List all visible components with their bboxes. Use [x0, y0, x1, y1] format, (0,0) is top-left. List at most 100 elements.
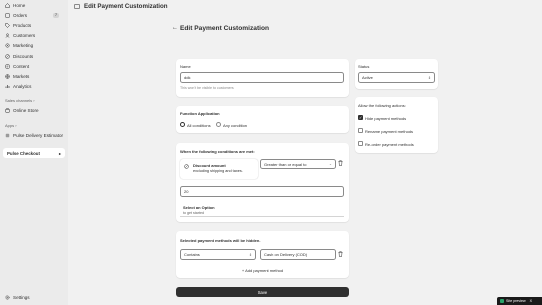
conditions-card: When the following conditions are met: D…: [176, 143, 349, 222]
discount-icon: [5, 53, 10, 59]
select-chevron-icon: ⇕: [248, 252, 252, 257]
sidebar: Home Orders 7 Products Customers Marketi…: [0, 0, 68, 305]
condition-amount-input[interactable]: 20: [180, 186, 344, 197]
page-title: Edit Payment Customization: [180, 25, 270, 32]
nav-label: Orders: [13, 12, 28, 18]
chevron-down-icon: ⌄: [328, 162, 332, 166]
sales-channels-heading[interactable]: Sales channels ›: [5, 98, 35, 103]
nav-discounts[interactable]: Discounts: [5, 52, 65, 60]
nav-label: Content: [13, 63, 30, 69]
condition-name: Discount amount: [193, 163, 226, 168]
nav-content[interactable]: Content: [5, 62, 65, 70]
preview-icon: [500, 299, 504, 303]
nav-settings[interactable]: Settings: [5, 293, 65, 301]
sidebar-toggle-icon[interactable]: [74, 4, 80, 9]
pin-icon[interactable]: ▸: [59, 151, 61, 156]
nav-analytics[interactable]: Analytics: [5, 82, 65, 90]
payment-methods-title: Selected payment methods will be hidden.: [180, 238, 261, 243]
nav-label: Customers: [13, 32, 36, 38]
orders-count-badge: 7: [53, 12, 59, 18]
back-arrow-icon[interactable]: ←: [172, 25, 178, 31]
topbar-title: Edit Payment Customization: [84, 3, 168, 10]
match-select[interactable]: Contains ⇕: [180, 249, 256, 260]
nav-label: Online Store: [13, 107, 39, 113]
checkbox-hide-payment-label: Hide payment methods: [365, 115, 407, 121]
status-label: Status: [358, 64, 370, 69]
nav-home[interactable]: Home: [5, 1, 65, 9]
name-card: Name ddk This won't be visible to custom…: [176, 59, 349, 97]
name-input-value: ddk: [184, 75, 191, 80]
nav-label: Markets: [13, 73, 30, 79]
nav-app-pulse-checkout[interactable]: Pulse Checkout ▸: [3, 148, 65, 158]
operator-select[interactable]: Greater than or equal to ⌄: [260, 159, 336, 169]
status-select-value: Active: [362, 75, 373, 80]
function-application-card: Function Application All conditions Any …: [176, 106, 349, 133]
checkbox-hide-payment[interactable]: ✓: [358, 115, 363, 120]
payment-method-input[interactable]: Cash on Delivery (COD): [260, 249, 336, 260]
name-help-text: This won't be visible to customers: [180, 86, 234, 90]
nav-markets[interactable]: Markets: [5, 72, 65, 80]
nav-marketing[interactable]: Marketing: [5, 41, 65, 49]
site-preview-label: Site preview: [506, 299, 526, 303]
discount-icon: [184, 164, 189, 169]
nav-app-pulse-delivery[interactable]: Pulse Delivery Estimator: [5, 131, 65, 139]
nav-label: Marketing: [13, 42, 34, 48]
checkbox-reorder-payment-label: Re-order payment methods: [365, 141, 414, 147]
tag-icon: [5, 22, 10, 28]
match-select-value: Contains: [184, 252, 200, 257]
option-picker[interactable]: Select an Option to get started: [180, 203, 344, 217]
radio-all-conditions-label: All conditions: [187, 122, 211, 128]
checkbox-reorder-payment[interactable]: [358, 141, 363, 146]
condition-description: excluding shipping and taxes.: [193, 169, 243, 173]
radio-any-condition[interactable]: [216, 122, 221, 127]
radio-all-conditions[interactable]: [180, 122, 185, 127]
orders-icon: [5, 13, 10, 18]
home-icon: [5, 2, 10, 8]
checkbox-rename-payment[interactable]: [358, 128, 363, 133]
select-chevron-icon: ⇕: [427, 75, 431, 80]
app-icon: [5, 133, 10, 138]
payment-methods-card: Selected payment methods will be hidden.…: [176, 231, 349, 278]
nav-customers[interactable]: Customers: [5, 31, 65, 39]
option-picker-subtitle: to get started: [183, 210, 204, 215]
nav-label: Home: [13, 2, 26, 8]
payment-method-value: Cash on Delivery (COD): [264, 252, 308, 257]
nav-label: Products: [13, 22, 32, 28]
actions-card: Allow the following actions: ✓ Hide paym…: [355, 97, 438, 153]
name-input[interactable]: ddk: [180, 72, 344, 83]
save-button[interactable]: Save: [176, 287, 349, 297]
trash-icon[interactable]: [338, 251, 343, 257]
nav-online-store[interactable]: Online Store: [5, 106, 65, 114]
option-picker-title: Select an Option: [183, 205, 215, 210]
function-application-title: Function Application: [180, 111, 220, 116]
operator-select-value: Greater than or equal to: [264, 161, 307, 167]
content-icon: [5, 64, 10, 69]
gear-icon: [5, 294, 10, 300]
nav-label: Pulse Delivery Estimator: [13, 132, 64, 138]
store-icon: [5, 108, 10, 113]
status-card: Status Active ⇕: [355, 59, 438, 89]
nav-products[interactable]: Products: [5, 21, 65, 29]
target-icon: [5, 43, 10, 48]
chart-icon: [5, 84, 10, 89]
checkbox-rename-payment-label: Rename payment methods: [365, 128, 414, 134]
close-icon[interactable]: X: [530, 299, 532, 303]
status-select[interactable]: Active ⇕: [358, 72, 435, 83]
nav-orders[interactable]: Orders 7: [5, 11, 65, 19]
conditions-title: When the following conditions are met:: [180, 149, 255, 154]
nav-label: Analytics: [13, 83, 32, 89]
condition-amount-value: 20: [184, 189, 189, 194]
radio-any-condition-label: Any condition: [223, 122, 248, 128]
name-label: Name: [180, 64, 191, 69]
nav-label: Discounts: [13, 53, 34, 59]
actions-title: Allow the following actions:: [358, 103, 406, 108]
apps-heading[interactable]: Apps ›: [5, 123, 17, 128]
condition-tile[interactable]: Discount amount excluding shipping and t…: [180, 159, 258, 179]
add-payment-method-button[interactable]: + Add payment method: [176, 268, 349, 273]
nav-label: Pulse Checkout: [7, 150, 40, 156]
person-icon: [5, 33, 10, 38]
site-preview-toast[interactable]: Site preview X: [497, 297, 542, 305]
globe-icon: [5, 73, 10, 79]
nav-label: Settings: [13, 294, 30, 300]
trash-icon[interactable]: [338, 160, 343, 166]
